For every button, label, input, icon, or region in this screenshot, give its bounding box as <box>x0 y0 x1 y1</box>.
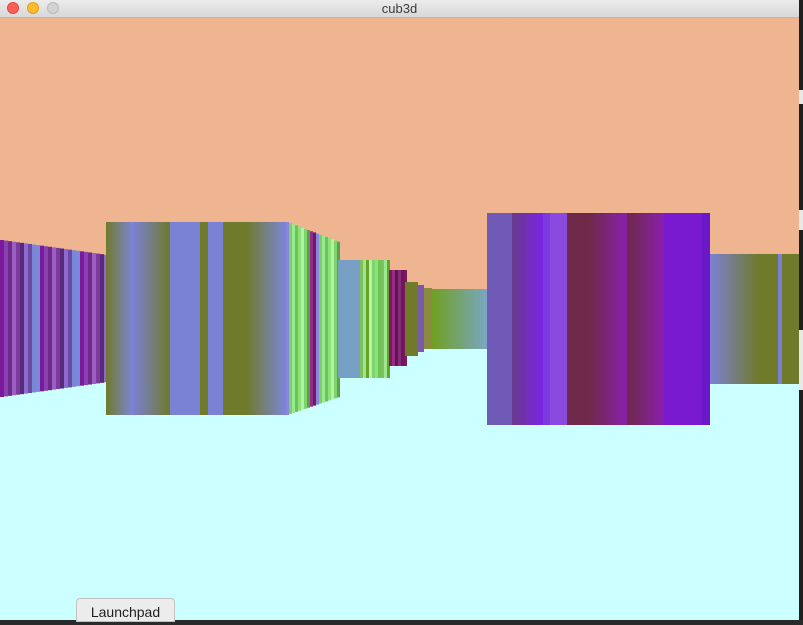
wall-slice <box>338 260 360 378</box>
wall-slice <box>710 254 759 384</box>
window-title: cub3d <box>381 1 418 16</box>
wall-slice <box>543 213 550 425</box>
wall-slice <box>298 226 301 411</box>
wall-slice <box>72 250 76 387</box>
wall-slice <box>432 289 487 349</box>
wall-slice <box>60 248 64 389</box>
wall-slice <box>395 270 398 366</box>
wall-slice <box>567 213 589 425</box>
wall-slice <box>80 251 84 386</box>
wall-slice <box>64 249 68 388</box>
wall-slice <box>328 238 331 401</box>
wall-slice <box>782 254 799 384</box>
wall-slice <box>133 222 170 415</box>
wall-slice <box>16 242 20 395</box>
wall-slice <box>424 288 432 349</box>
wall-slice <box>627 213 664 425</box>
wall-slice <box>246 222 286 415</box>
wall-slice <box>36 245 40 392</box>
wall-slice <box>363 260 366 378</box>
wall-slice <box>68 249 72 388</box>
wall-slice <box>310 231 313 407</box>
dock-tooltip-launchpad: Launchpad <box>76 598 175 622</box>
wall-slice <box>366 260 369 378</box>
wall-slice <box>20 242 24 395</box>
wall-slice <box>12 241 16 396</box>
raycast-viewport[interactable] <box>0 18 799 620</box>
wall-slice <box>200 222 208 415</box>
wall-slice <box>295 225 298 412</box>
desktop-edge <box>799 0 803 620</box>
wall-slice <box>487 213 512 425</box>
wall-slice <box>286 222 289 415</box>
wall-slice <box>0 240 4 397</box>
wall-slice <box>48 246 52 391</box>
wall-slice <box>702 213 710 425</box>
wall-slice <box>664 213 702 425</box>
game-window: cub3d <box>0 0 799 620</box>
wall-slice <box>100 254 104 383</box>
wall-slice <box>369 260 372 378</box>
wall-slice <box>360 260 363 378</box>
wall-slice <box>44 246 48 391</box>
wall-slice <box>319 234 322 404</box>
wall-slice <box>778 254 782 384</box>
wall-slice <box>88 252 92 385</box>
wall-slice <box>223 222 246 415</box>
wall-slice <box>322 235 325 403</box>
wall-slice <box>375 260 378 378</box>
wall-slice <box>331 239 334 400</box>
wall-slice <box>325 237 328 402</box>
wall-slice <box>378 260 381 378</box>
wall-slice <box>759 254 778 384</box>
wall-slice <box>389 270 392 366</box>
wall-slice <box>32 244 36 393</box>
wall-slice <box>76 250 80 387</box>
wall-slice <box>334 240 337 399</box>
raycast-scene <box>0 18 799 620</box>
wall-slice <box>84 251 88 386</box>
wall-slice <box>96 253 100 384</box>
wall-slice <box>208 222 223 415</box>
wall-slice <box>589 213 627 425</box>
wall-slice <box>301 227 304 410</box>
wall-slice <box>398 270 401 366</box>
wall-slice <box>292 224 295 413</box>
wall-slice <box>24 243 28 394</box>
wall-slice <box>316 233 319 405</box>
wall-slice <box>381 260 384 378</box>
wall-slice <box>52 247 56 390</box>
wall-slice <box>392 270 395 366</box>
wall-slice <box>401 270 404 366</box>
wall-slice <box>512 213 543 425</box>
wall-slice <box>372 260 375 378</box>
wall-slice <box>304 228 307 409</box>
wall-slice <box>550 213 567 425</box>
wall-slice <box>106 222 133 415</box>
wall-slice <box>289 223 292 414</box>
wall-slice <box>28 243 32 394</box>
wall-slice <box>313 232 316 406</box>
wall-slice <box>92 253 96 384</box>
wall-slice <box>40 245 44 392</box>
wall-slice <box>56 247 60 390</box>
wall-slice <box>170 222 200 415</box>
wall-slice <box>8 241 12 396</box>
wall-slice <box>4 240 8 397</box>
wall-slice <box>418 285 424 352</box>
wall-slice <box>307 230 310 408</box>
wall-slice <box>405 282 418 356</box>
title-bar[interactable]: cub3d <box>0 0 799 18</box>
wall-slice <box>384 260 387 378</box>
